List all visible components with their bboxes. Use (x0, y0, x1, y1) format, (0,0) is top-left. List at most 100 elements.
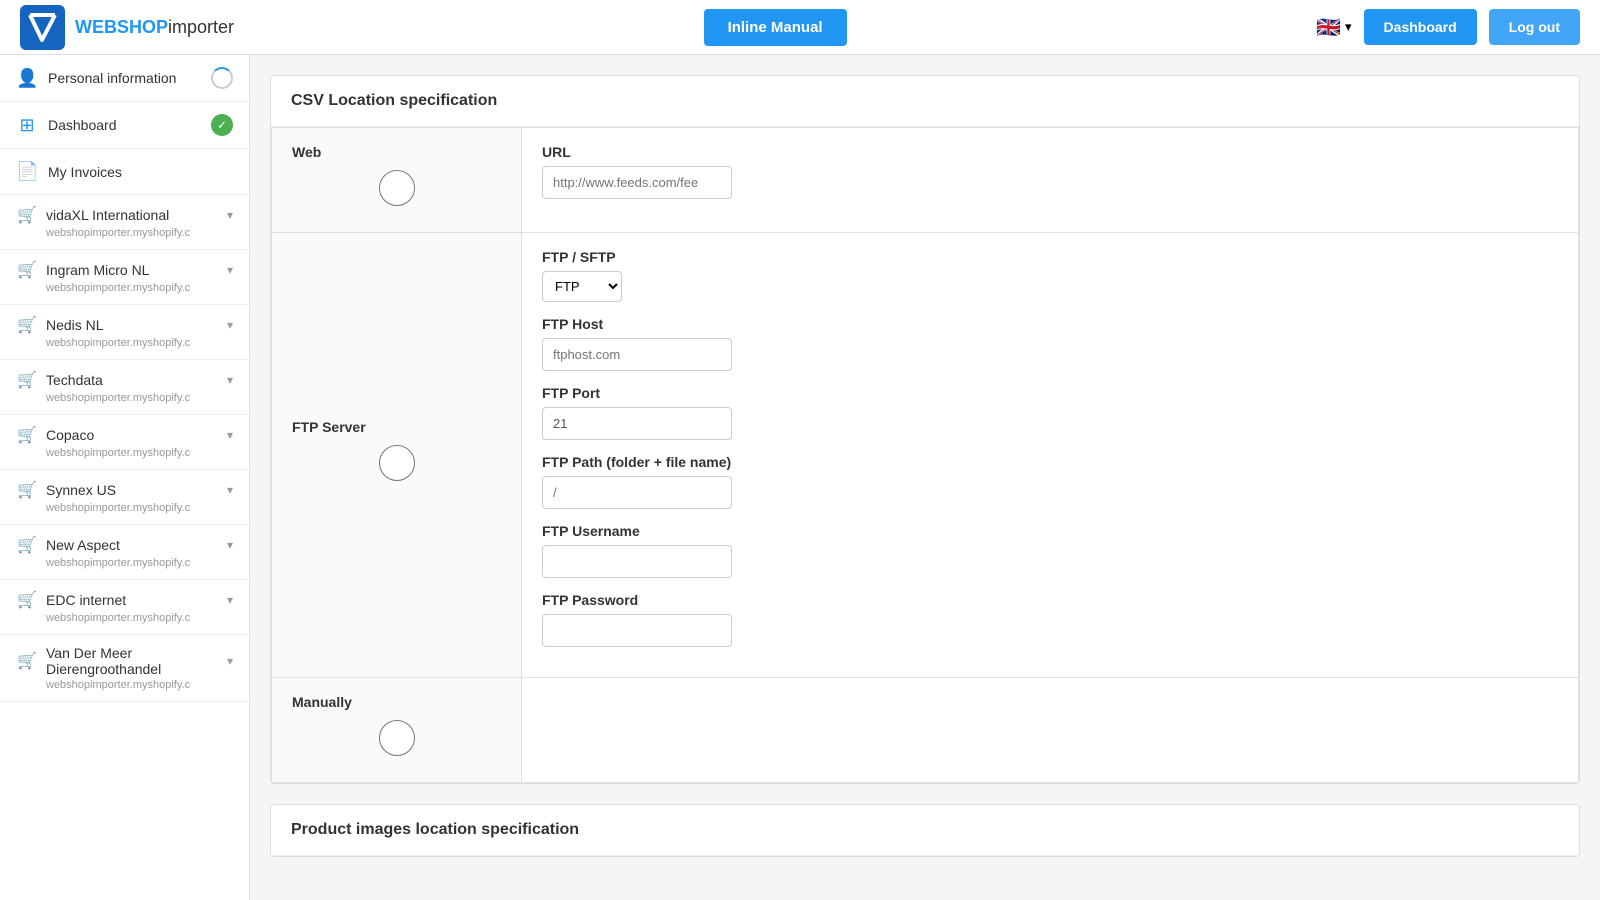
sidebar-item-label: My Invoices (48, 164, 233, 180)
sidebar-store-new-aspect[interactable]: 🛒 New Aspect ▾ webshopimporter.myshopify… (0, 525, 249, 580)
store-name: Copaco (46, 427, 219, 443)
store-url: webshopimporter.myshopify.c (16, 227, 233, 239)
sidebar-item-my-invoices[interactable]: 📄 My Invoices (0, 149, 249, 195)
invoices-icon: 📄 (16, 161, 38, 182)
chevron-icon: ▾ (227, 208, 233, 222)
store-name: vidaXL International (46, 207, 219, 223)
product-images-section: Product images location specification (270, 804, 1580, 857)
url-input[interactable] (542, 166, 732, 199)
table-row-manually: Manually (272, 678, 1579, 783)
main-content: CSV Location specification Web (250, 55, 1600, 900)
logo-text: WEBSHOPimporter (75, 17, 234, 38)
store-name: Techdata (46, 372, 219, 388)
radio-ftp[interactable] (379, 445, 415, 481)
ftp-port-label: FTP Port (542, 385, 1558, 401)
store-name: Synnex US (46, 482, 219, 498)
ftp-path-field-group: FTP Path (folder + file name) (542, 454, 1558, 509)
store-url: webshopimporter.myshopify.c (16, 679, 233, 691)
store-url: webshopimporter.myshopify.c (16, 612, 233, 624)
radio-manually[interactable] (379, 720, 415, 756)
header-center: Inline Manual (704, 9, 847, 46)
sidebar-store-synnex[interactable]: 🛒 Synnex US ▾ webshopimporter.myshopify.… (0, 470, 249, 525)
ftp-sftp-select[interactable]: FTP SFTP (542, 271, 622, 302)
url-label: URL (542, 144, 1558, 160)
sidebar-store-nedis[interactable]: 🛒 Nedis NL ▾ webshopimporter.myshopify.c (0, 305, 249, 360)
radio-web[interactable] (379, 170, 415, 206)
csv-section-title: CSV Location specification (271, 76, 1579, 127)
cart-icon: 🛒 (16, 651, 38, 671)
store-name: New Aspect (46, 537, 219, 553)
store-url: webshopimporter.myshopify.c (16, 447, 233, 459)
chevron-icon: ▾ (227, 654, 233, 668)
header-right: 🇬🇧 ▾ Dashboard Log out (1316, 9, 1580, 45)
sidebar-store-edc[interactable]: 🛒 EDC internet ▾ webshopimporter.myshopi… (0, 580, 249, 635)
cart-icon: 🛒 (16, 480, 38, 500)
cart-icon: 🛒 (16, 315, 38, 335)
row-label-ftp: FTP Server (272, 233, 522, 678)
store-url: webshopimporter.myshopify.c (16, 502, 233, 514)
sidebar-store-copaco[interactable]: 🛒 Copaco ▾ webshopimporter.myshopify.c (0, 415, 249, 470)
language-selector[interactable]: 🇬🇧 ▾ (1316, 15, 1351, 40)
chevron-icon: ▾ (227, 318, 233, 332)
ftp-password-field-group: FTP Password (542, 592, 1558, 647)
logo-area: WEBSHOPimporter (20, 5, 234, 50)
sidebar-store-ingram[interactable]: 🛒 Ingram Micro NL ▾ webshopimporter.mysh… (0, 250, 249, 305)
chevron-icon: ▾ (227, 593, 233, 607)
row-fields-manually (522, 678, 1579, 783)
cart-icon: 🛒 (16, 590, 38, 610)
ftp-username-field-group: FTP Username (542, 523, 1558, 578)
chevron-icon: ▾ (227, 373, 233, 387)
url-field-group: URL (542, 144, 1558, 199)
ftp-sftp-label: FTP / SFTP (542, 249, 1558, 265)
cart-icon: 🛒 (16, 370, 38, 390)
chevron-icon: ▾ (227, 538, 233, 552)
row-label-web: Web (272, 128, 522, 233)
cart-icon: 🛒 (16, 205, 38, 225)
chevron-icon: ▾ (227, 428, 233, 442)
logo-icon (20, 5, 65, 50)
header: WEBSHOPimporter Inline Manual 🇬🇧 ▾ Dashb… (0, 0, 1600, 55)
store-name: Nedis NL (46, 317, 219, 333)
body-layout: 👤 Personal information ⊞ Dashboard ✓ 📄 M… (0, 55, 1600, 900)
sidebar-store-techdata[interactable]: 🛒 Techdata ▾ webshopimporter.myshopify.c (0, 360, 249, 415)
cart-icon: 🛒 (16, 535, 38, 555)
chevron-down-icon: ▾ (1345, 19, 1352, 35)
sidebar-store-vidaxl[interactable]: 🛒 vidaXL International ▾ webshopimporter… (0, 195, 249, 250)
sidebar-item-label: Personal information (48, 70, 201, 86)
ftp-username-label: FTP Username (542, 523, 1558, 539)
ftp-username-input[interactable] (542, 545, 732, 578)
ftp-host-label: FTP Host (542, 316, 1558, 332)
ftp-password-label: FTP Password (542, 592, 1558, 608)
ftp-host-input[interactable] (542, 338, 732, 371)
sidebar-item-dashboard[interactable]: ⊞ Dashboard ✓ (0, 102, 249, 149)
sidebar-item-personal-info[interactable]: 👤 Personal information (0, 55, 249, 102)
check-badge: ✓ (211, 114, 233, 136)
sidebar: 👤 Personal information ⊞ Dashboard ✓ 📄 M… (0, 55, 250, 900)
dashboard-icon: ⊞ (16, 115, 38, 136)
row-fields-web: URL (522, 128, 1579, 233)
store-url: webshopimporter.myshopify.c (16, 282, 233, 294)
csv-location-section: CSV Location specification Web (270, 75, 1580, 784)
store-url: webshopimporter.myshopify.c (16, 392, 233, 404)
cart-icon: 🛒 (16, 260, 38, 280)
csv-table: Web URL (271, 127, 1579, 783)
chevron-icon: ▾ (227, 263, 233, 277)
flag-icon: 🇬🇧 (1316, 15, 1341, 40)
sidebar-store-van-der-meer[interactable]: 🛒 Van Der Meer Dierengroothandel ▾ websh… (0, 635, 249, 702)
inline-manual-button[interactable]: Inline Manual (704, 9, 847, 46)
store-name: Van Der Meer Dierengroothandel (46, 645, 219, 677)
row-fields-ftp: FTP / SFTP FTP SFTP FTP Host (522, 233, 1579, 678)
dashboard-button[interactable]: Dashboard (1364, 9, 1477, 45)
ftp-password-input[interactable] (542, 614, 732, 647)
store-name: EDC internet (46, 592, 219, 608)
logout-button[interactable]: Log out (1489, 9, 1580, 45)
ftp-sftp-field-group: FTP / SFTP FTP SFTP (542, 249, 1558, 302)
ftp-port-field-group: FTP Port (542, 385, 1558, 440)
sidebar-item-label: Dashboard (48, 117, 201, 133)
table-row-ftp: FTP Server FTP / SFTP FTP SFTP (272, 233, 1579, 678)
store-name: Ingram Micro NL (46, 262, 219, 278)
ftp-path-input[interactable] (542, 476, 732, 509)
ftp-port-input[interactable] (542, 407, 732, 440)
cart-icon: 🛒 (16, 425, 38, 445)
store-url: webshopimporter.myshopify.c (16, 337, 233, 349)
